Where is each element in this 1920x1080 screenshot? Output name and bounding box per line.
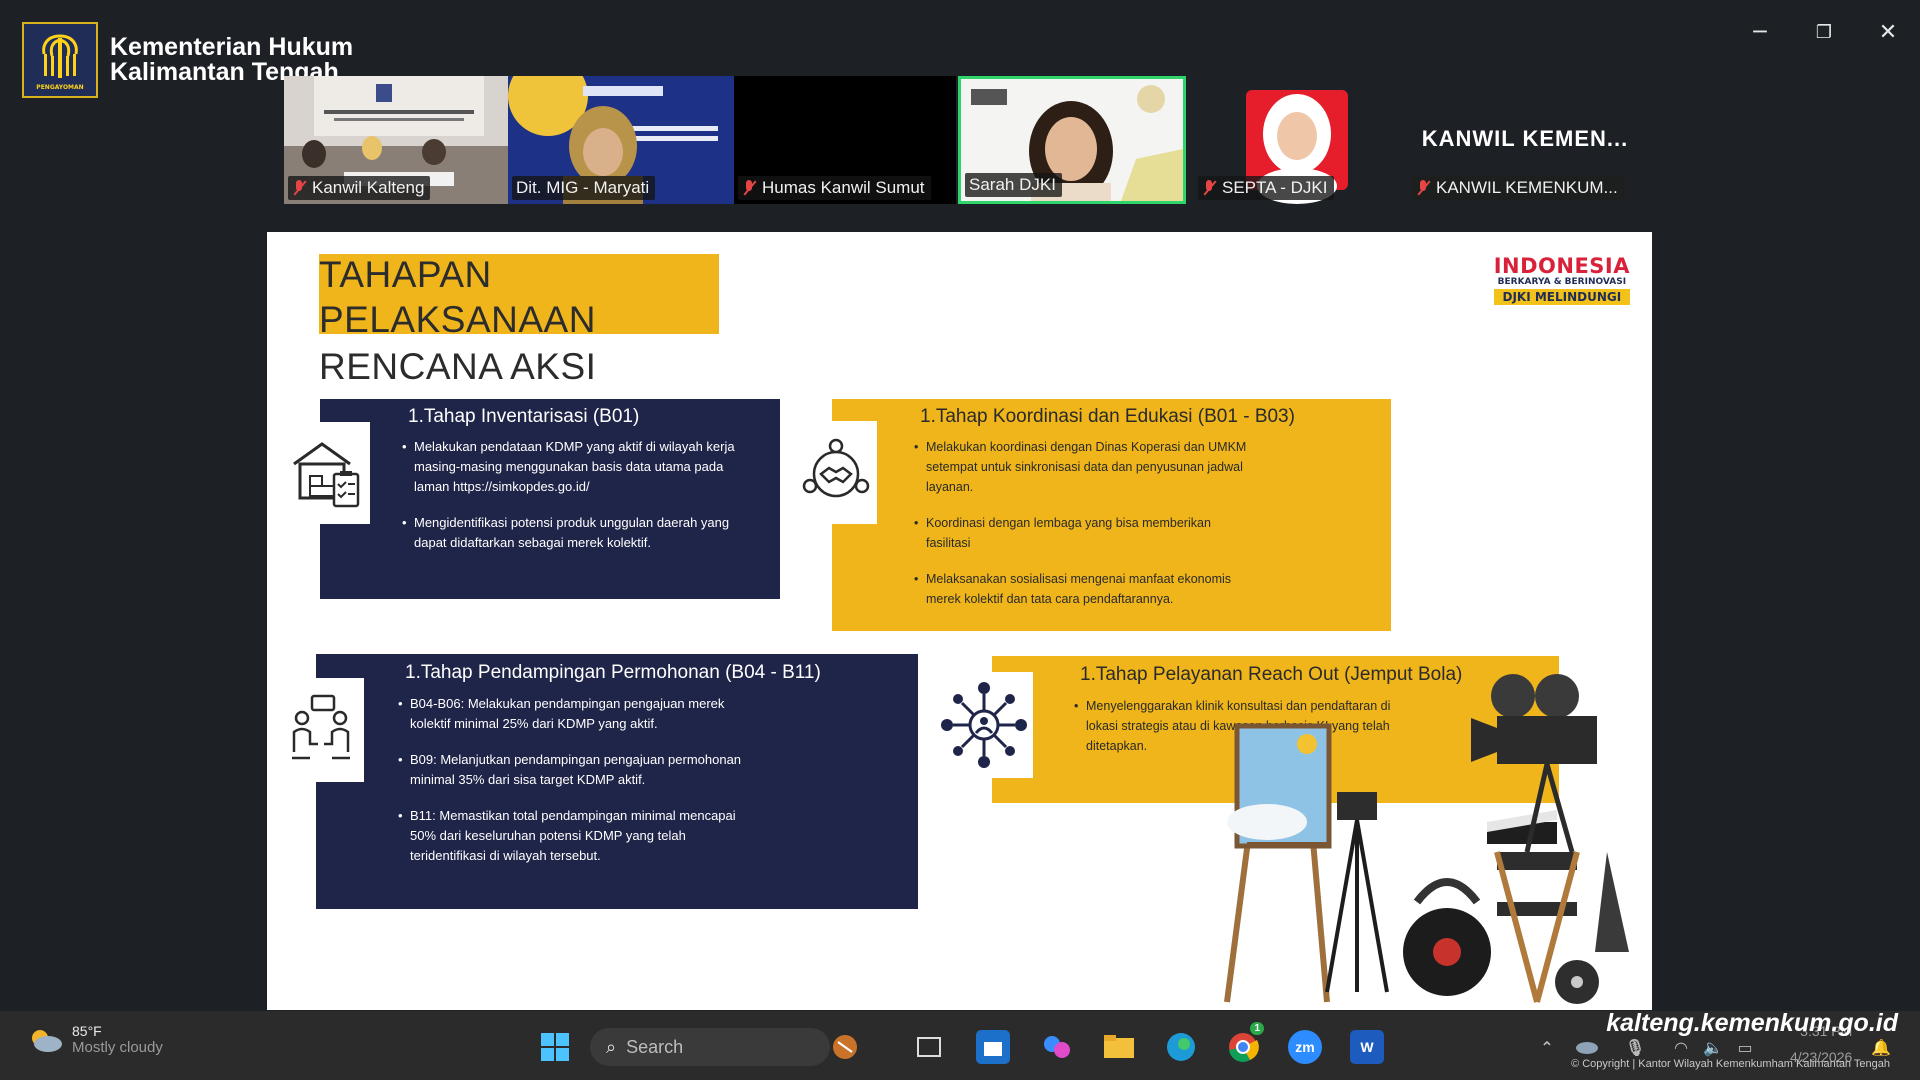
bullet-item: B11: Memastikan total pendampingan minim… [398, 806, 750, 866]
slide-title-line-1: TAHAPAN [319, 254, 492, 295]
participant-name-label: Humas Kanwil Sumut [738, 176, 931, 200]
close-button[interactable]: ✕ [1868, 14, 1908, 50]
shared-screen-slide: TAHAPAN PELAKSANAAN RENCANA AKSI INDONES… [267, 232, 1652, 1010]
chevron-up-icon[interactable]: ⌃ [1530, 1030, 1564, 1064]
search-placeholder: Search [626, 1036, 684, 1057]
file-explorer-icon[interactable] [1102, 1030, 1136, 1064]
weather-temperature: 85°F [72, 1023, 102, 1039]
zoom-icon-label: zm [1295, 1039, 1315, 1055]
mic-muted-icon [292, 179, 306, 197]
film-reel-icon [1555, 960, 1599, 1004]
cloud-sun-icon [26, 1026, 64, 1054]
watermark-url: kalteng.kemenkum.go.id [1606, 1009, 1898, 1037]
word-icon[interactable]: W [1350, 1030, 1384, 1064]
store-icon[interactable] [976, 1030, 1010, 1064]
search-icon: ⌕ [606, 1036, 617, 1058]
minimize-button[interactable]: ─ [1740, 14, 1780, 50]
edge-icon[interactable] [1164, 1030, 1198, 1064]
bullet-item: B04-B06: Melakukan pendampingan pengajua… [398, 694, 750, 734]
badge-line-3: DJKI MELINDUNGI [1493, 289, 1630, 305]
participant-name-label: KANWIL KEMENKUM... [1412, 176, 1624, 200]
bullet-item: B09: Melanjutkan pendampingan pengajuan … [398, 750, 750, 790]
bullet-item: Melakukan pendataan KDMP yang aktif di w… [402, 437, 762, 497]
card-title: 1.Tahap Inventarisasi (B01) [408, 406, 640, 427]
card-bullets: B04-B06: Melakukan pendampingan pengajua… [398, 694, 750, 882]
windows-start-icon[interactable] [538, 1030, 572, 1064]
restore-button[interactable]: ❐ [1804, 14, 1844, 50]
zoom-icon[interactable]: zm [1288, 1030, 1322, 1064]
participant-tile-septa-djki[interactable]: SEPTA - DJKI [1186, 76, 1366, 204]
copilot-app-icon[interactable] [1040, 1030, 1074, 1064]
bullet-item: Koordinasi dengan lembaga yang bisa memb… [914, 513, 1249, 553]
copyright-text: © Copyright | Kantor Wilayah Kemenkumham… [1571, 1058, 1890, 1070]
warehouse-checklist-icon [284, 422, 370, 524]
card-pendampingan-permohonan: 1.Tahap Pendampingan Permohonan (B04 - B… [316, 654, 918, 909]
tripod-camera-icon [1325, 792, 1389, 993]
badge-line-1: INDONESIA [1493, 254, 1630, 278]
handshake-network-icon [795, 421, 877, 524]
participant-tile-sarah-djki[interactable]: Sarah DJKI [958, 76, 1186, 204]
word-icon-label: W [1360, 1039, 1374, 1055]
chrome-icon[interactable]: 1 [1226, 1022, 1264, 1064]
logo-caption: PENGAYOMAN [36, 83, 84, 91]
slide-title-line-3: RENCANA AKSI [319, 346, 597, 387]
card-bullets: Melakukan koordinasi dengan Dinas Kopera… [914, 437, 1249, 625]
card-bullets: Melakukan pendataan KDMP yang aktif di w… [402, 437, 762, 569]
task-view-icon[interactable] [912, 1030, 946, 1064]
badge-line-2: BERKARYA & BERINOVASI [1497, 277, 1627, 287]
card-inventarisasi: 1.Tahap Inventarisasi (B01) Melakukan pe… [320, 399, 780, 599]
weather-widget[interactable]: 85°F Mostly cloudy [26, 1023, 163, 1056]
vinyl-record-icon [1403, 878, 1491, 996]
card-koordinasi-edukasi: 1.Tahap Koordinasi dan Edukasi (B01 - B0… [832, 399, 1391, 631]
weather-description: Mostly cloudy [72, 1039, 163, 1056]
bullet-item: Mengidentifikasi potensi produk unggulan… [402, 513, 762, 553]
participant-name-label: SEPTA - DJKI [1198, 176, 1334, 200]
bullet-item: Melaksanakan sosialisasi mengenai manfaa… [914, 569, 1249, 609]
banyan-tree-icon [42, 34, 78, 78]
participant-tile-kanwil-kalteng[interactable]: Kanwil Kalteng [284, 76, 508, 204]
mic-muted-icon [742, 179, 756, 197]
participant-name-label: Kanwil Kalteng [288, 176, 431, 200]
participant-avatar-name: KANWIL KEMEN... [1421, 126, 1629, 151]
easel-painting-icon [1224, 723, 1332, 1003]
zoom-meeting-window: ─ ❐ ✕ PENGAYOMAN Kementerian Hukum Kalim… [0, 0, 1920, 1080]
copilot-icon[interactable] [828, 1030, 862, 1064]
participant-tile-dit-mig[interactable]: Dit. MIG - Maryati [508, 76, 734, 204]
participant-tile-humas-kanwil-sumut[interactable]: Humas Kanwil Sumut [734, 76, 956, 204]
megaphone-icon [1595, 852, 1629, 952]
film-art-illustration [1224, 674, 1629, 1004]
participant-name-label: Sarah DJKI [965, 173, 1062, 197]
card-title: 1.Tahap Koordinasi dan Edukasi (B01 - B0… [920, 406, 1295, 427]
participant-tile-kanwil-kemenkum[interactable]: KANWIL KEMEN... KANWIL KEMENKUM... [1400, 76, 1650, 204]
consultation-people-icon [279, 678, 364, 782]
ministry-logo: PENGAYOMAN [22, 22, 98, 98]
brand-line-1: Kementerian Hukum [110, 33, 354, 61]
card-title: 1.Tahap Pendampingan Permohonan (B04 - B… [405, 662, 821, 683]
chrome-notification-badge: 1 [1250, 1022, 1264, 1035]
network-hub-icon [935, 672, 1033, 778]
slide-title-line-2: PELAKSANAAN [319, 299, 596, 340]
search-input[interactable]: ⌕ Search [590, 1028, 830, 1066]
participant-name-label: Dit. MIG - Maryati [512, 176, 656, 200]
mic-muted-icon [1416, 179, 1430, 197]
bullet-item: Melakukan koordinasi dengan Dinas Kopera… [914, 437, 1249, 497]
mic-muted-icon [1202, 179, 1216, 197]
indonesia-djki-badge: INDONESIA BERKARYA & BERINOVASI DJKI MEL… [1493, 254, 1630, 305]
